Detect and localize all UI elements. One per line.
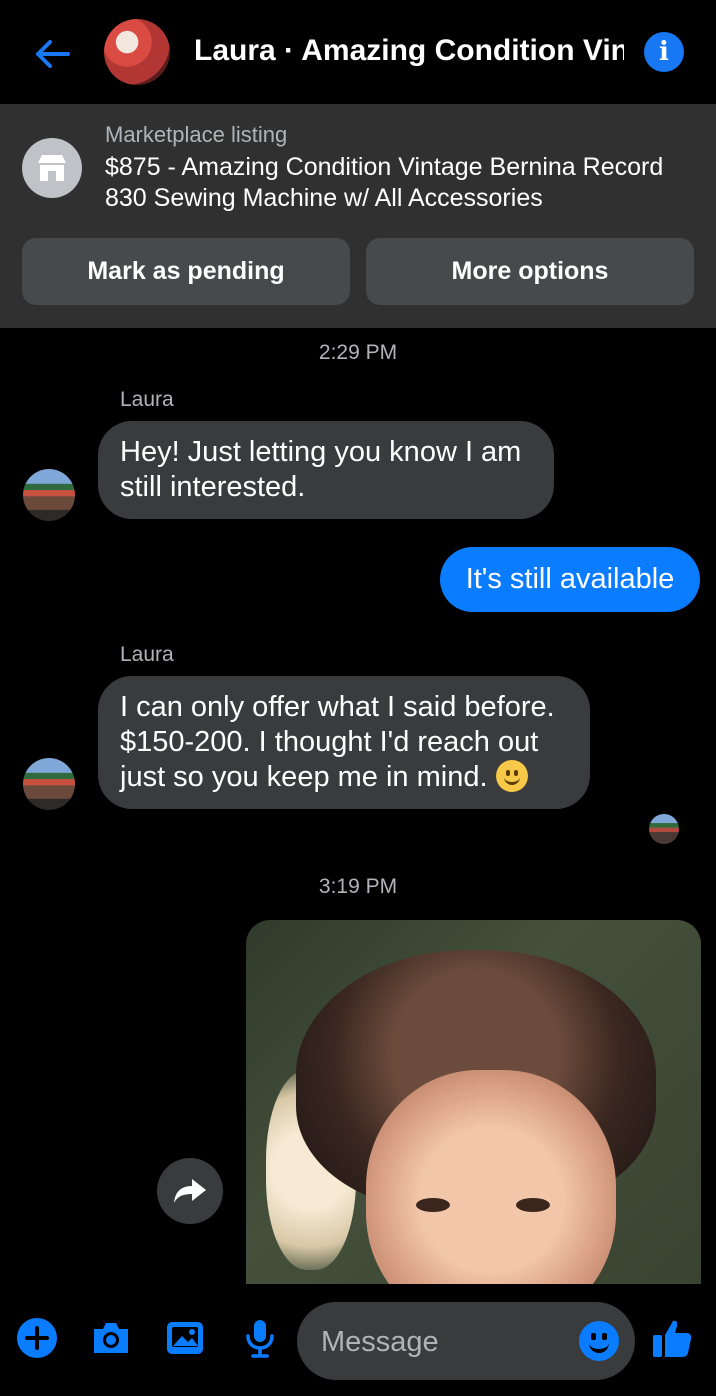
arrow-left-icon bbox=[36, 40, 70, 68]
photo-face bbox=[366, 1070, 616, 1284]
photo-eye bbox=[416, 1198, 450, 1212]
camera-icon bbox=[94, 1323, 128, 1353]
timestamp: 3:19 PM bbox=[318, 875, 398, 898]
avatar[interactable] bbox=[23, 758, 75, 810]
back-button[interactable] bbox=[28, 30, 76, 78]
camera-button[interactable] bbox=[83, 1310, 139, 1366]
sender-name: Laura bbox=[120, 388, 174, 411]
listing-title[interactable]: $875 - Amazing Condition Vintage Bernina… bbox=[105, 152, 705, 214]
sender-name: Laura bbox=[120, 643, 174, 666]
incoming-message[interactable]: Hey! Just letting you know I am still in… bbox=[98, 421, 554, 519]
info-icon: i bbox=[659, 37, 669, 67]
forward-button[interactable] bbox=[157, 1158, 223, 1224]
microphone-icon bbox=[246, 1320, 274, 1358]
message-input[interactable] bbox=[319, 1302, 573, 1382]
message-input-container[interactable] bbox=[297, 1302, 635, 1382]
avatar[interactable] bbox=[23, 469, 75, 521]
smiley-emoji-icon bbox=[495, 760, 528, 792]
plus-button[interactable] bbox=[9, 1310, 65, 1366]
thumbs-up-icon bbox=[653, 1320, 692, 1357]
storefront-icon bbox=[22, 138, 82, 198]
message-text: I can only offer what I said before. $15… bbox=[120, 691, 555, 793]
conversation-title[interactable]: Laura · Amazing Condition Vin... bbox=[194, 34, 624, 68]
listing-label: Marketplace listing bbox=[105, 122, 288, 147]
photo-message[interactable] bbox=[246, 920, 701, 1284]
plus-icon bbox=[17, 1318, 57, 1358]
gallery-button[interactable] bbox=[157, 1310, 213, 1366]
composer-bar bbox=[0, 1284, 716, 1396]
emoji-icon[interactable] bbox=[579, 1321, 619, 1361]
timestamp: 2:29 PM bbox=[318, 341, 398, 364]
listing-avatar[interactable] bbox=[104, 19, 170, 85]
image-icon bbox=[167, 1322, 203, 1354]
like-button[interactable] bbox=[644, 1310, 700, 1366]
chat-header: Laura · Amazing Condition Vin... i bbox=[0, 0, 716, 104]
share-arrow-icon bbox=[174, 1179, 206, 1203]
marketplace-listing-panel: Marketplace listing $875 - Amazing Condi… bbox=[0, 104, 716, 328]
incoming-message[interactable]: I can only offer what I said before. $15… bbox=[98, 676, 590, 809]
mark-as-pending-button[interactable]: Mark as pending bbox=[22, 238, 350, 305]
outgoing-message[interactable]: It's still available bbox=[440, 547, 700, 612]
more-options-button[interactable]: More options bbox=[366, 238, 694, 305]
info-button[interactable]: i bbox=[644, 32, 684, 72]
voice-button[interactable] bbox=[232, 1310, 288, 1366]
photo-eye bbox=[516, 1198, 550, 1212]
seen-indicator-avatar bbox=[649, 814, 679, 844]
